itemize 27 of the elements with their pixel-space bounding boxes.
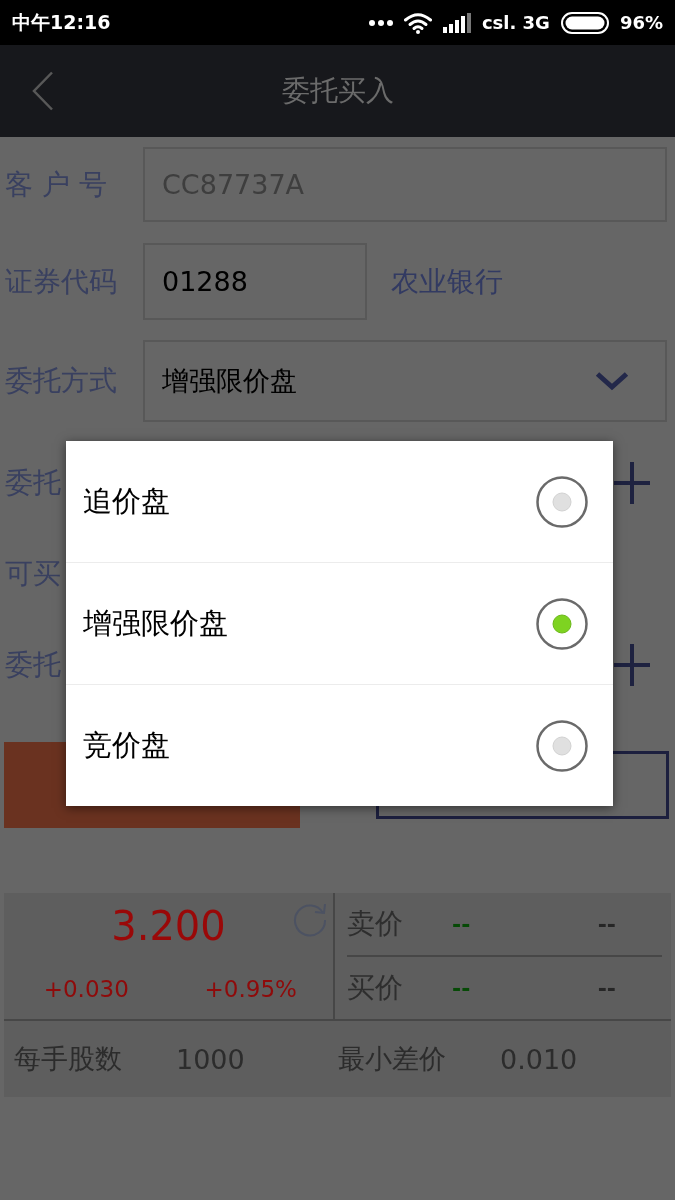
code-field[interactable]: 01288 <box>143 243 367 320</box>
screen-title: 委托买入 <box>281 73 394 109</box>
back-icon[interactable] <box>32 71 54 111</box>
plus-icon[interactable] <box>614 461 650 504</box>
carrier-label: csl. 3G <box>481 12 550 33</box>
battery-icon <box>560 11 609 34</box>
last-price: 3.200 <box>111 903 226 949</box>
quote-volume: -- <box>597 975 616 1001</box>
price-change: +0.030 <box>43 976 129 1002</box>
quote-volume: -- <box>597 911 616 937</box>
plus-icon[interactable] <box>614 643 650 686</box>
quote-price: -- <box>452 911 471 937</box>
radio-button[interactable] <box>536 475 588 528</box>
order-type-select[interactable]: 增强限价盘 <box>143 340 667 422</box>
chevron-down-icon <box>595 371 629 391</box>
dots-icon <box>368 19 393 26</box>
battery-percent: 96% <box>619 12 663 33</box>
option-item[interactable]: 增强限价盘 <box>66 563 613 685</box>
percent-change: +0.95% <box>204 976 297 1002</box>
option-item[interactable]: 追价盘 <box>66 441 613 563</box>
signal-icon <box>442 12 471 33</box>
wifi-icon <box>403 11 432 34</box>
radio-button[interactable] <box>536 597 588 650</box>
radio-button[interactable] <box>536 719 588 772</box>
quote-price: -- <box>452 975 471 1001</box>
option-item[interactable]: 竞价盘 <box>66 685 613 806</box>
status-time: 中午12:16 <box>12 9 111 35</box>
